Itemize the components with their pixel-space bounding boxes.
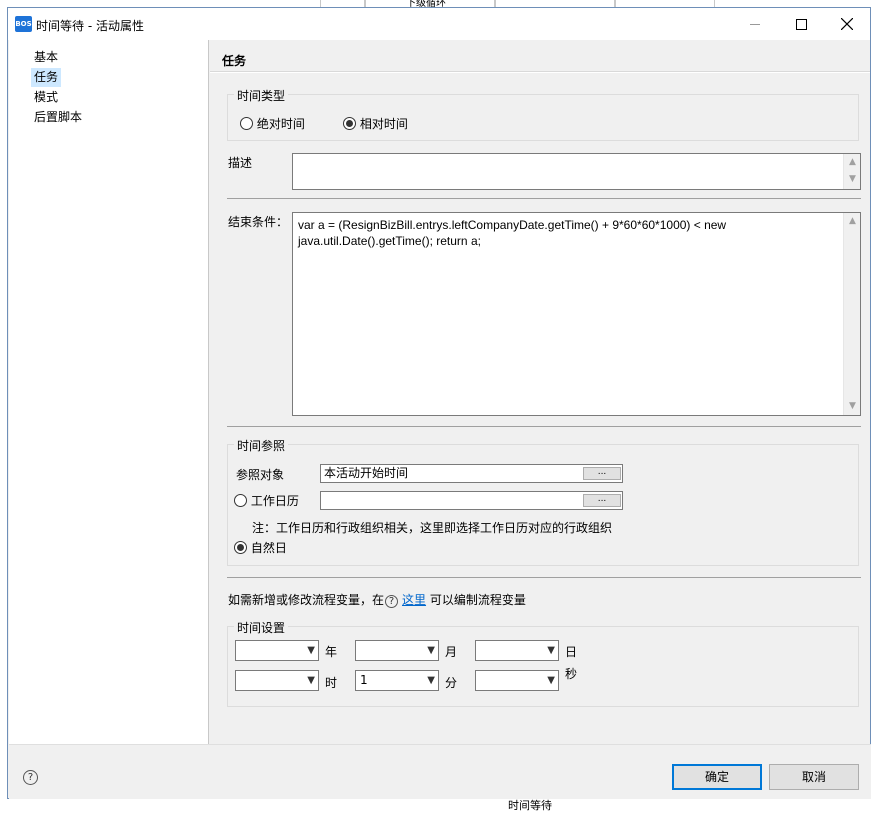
help-icon: ? xyxy=(385,595,399,608)
radio-absolute-icon xyxy=(240,117,253,130)
description-scrollbar[interactable]: ▲ ▼ xyxy=(843,154,860,189)
end-condition-value: var a = (ResignBizBill.entrys.leftCompan… xyxy=(298,218,727,248)
month-select[interactable]: ▼ xyxy=(355,640,439,661)
radio-natural-day[interactable]: 自然日 xyxy=(234,539,287,556)
description-label: 描述 xyxy=(228,156,253,170)
radio-natural-day-label: 自然日 xyxy=(250,541,287,555)
year-select[interactable]: ▼ xyxy=(235,640,319,661)
second-select[interactable]: ▼ xyxy=(475,670,559,691)
ref-object-value: 本活动开始时间 xyxy=(324,466,409,480)
main-content: 任务 时间类型 绝对时间 相对时间 描述 ▲ ▼ 结束条件： var a = (… xyxy=(210,40,870,744)
form-panel: 时间类型 绝对时间 相对时间 描述 ▲ ▼ 结束条件： var a = (Res… xyxy=(210,73,870,744)
time-ref-label: 时间参照 xyxy=(234,437,289,454)
day-select[interactable]: ▼ xyxy=(475,640,559,661)
minute-select[interactable]: 1 ▼ xyxy=(355,670,439,691)
second-label: 秒 xyxy=(565,667,578,681)
window-title: 时间等待 - 活动属性 xyxy=(36,19,144,33)
radio-work-calendar-icon xyxy=(234,494,247,507)
radio-work-calendar-label: 工作日历 xyxy=(250,494,299,508)
nav-item-post-script[interactable]: 后置脚本 xyxy=(31,108,85,127)
work-calendar-field[interactable]: ... xyxy=(320,491,623,510)
minute-value: 1 xyxy=(360,673,368,687)
nav-item-mode[interactable]: 模式 xyxy=(31,88,61,107)
help-icon[interactable]: ? xyxy=(23,770,38,785)
year-label: 年 xyxy=(325,645,338,659)
close-button[interactable] xyxy=(824,8,870,40)
app-icon: BOS xyxy=(15,16,32,32)
end-condition-scrollbar[interactable]: ▲ ▼ xyxy=(843,213,860,415)
hour-label: 时 xyxy=(325,676,338,690)
radio-absolute-time[interactable]: 绝对时间 xyxy=(240,115,305,132)
chevron-down-icon: ▼ xyxy=(547,675,555,686)
end-condition-textarea[interactable]: var a = (ResignBizBill.entrys.leftCompan… xyxy=(292,212,861,416)
time-type-group xyxy=(227,94,859,141)
chevron-down-icon: ▼ xyxy=(427,675,435,686)
ok-button[interactable]: 确定 xyxy=(672,764,762,790)
chevron-down-icon: ▼ xyxy=(427,645,435,656)
radio-relative-icon xyxy=(343,117,356,130)
scroll-down-icon[interactable]: ▼ xyxy=(844,398,861,415)
minimize-button[interactable] xyxy=(732,8,778,40)
radio-relative-label: 相对时间 xyxy=(359,117,408,131)
nav-item-basic[interactable]: 基本 xyxy=(31,48,61,67)
variables-hint-suffix: 可以编制流程变量 xyxy=(429,593,526,607)
time-settings-label: 时间设置 xyxy=(234,619,289,636)
ref-object-field[interactable]: 本活动开始时间 ... xyxy=(320,464,623,483)
close-icon xyxy=(841,18,853,30)
chevron-down-icon: ▼ xyxy=(307,675,315,686)
end-condition-label: 结束条件： xyxy=(228,215,289,229)
cancel-button[interactable]: 取消 xyxy=(769,764,859,790)
minimize-icon xyxy=(750,23,760,25)
radio-relative-time[interactable]: 相对时间 xyxy=(343,115,408,132)
variables-link[interactable]: 这里 xyxy=(402,593,426,607)
section-title: 任务 xyxy=(210,40,870,72)
dialog-footer: ? 确定 取消 xyxy=(9,744,871,799)
time-settings-group xyxy=(227,626,859,707)
chevron-down-icon: ▼ xyxy=(307,645,315,656)
ref-object-label: 参照对象 xyxy=(236,468,285,482)
chevron-down-icon: ▼ xyxy=(547,645,555,656)
time-type-label: 时间类型 xyxy=(234,87,289,104)
sidebar-nav: 基本 任务 模式 后置脚本 xyxy=(9,40,209,744)
activity-properties-dialog: BOS 时间等待 - 活动属性 基本 任务 模式 后置脚本 任务 时间类型 绝对… xyxy=(7,7,871,799)
month-label: 月 xyxy=(445,645,458,659)
bg-bottom-label: 时间等待 xyxy=(508,799,552,812)
work-calendar-browse-button[interactable]: ... xyxy=(583,494,621,507)
separator xyxy=(227,577,861,578)
work-calendar-note: 注：工作日历和行政组织相关，这里即选择工作日历对应的行政组织 xyxy=(252,521,613,535)
description-textarea[interactable]: ▲ ▼ xyxy=(292,153,861,190)
variables-hint: 如需新增或修改流程变量，在? 这里 可以编制流程变量 xyxy=(228,591,526,608)
scroll-down-icon[interactable]: ▼ xyxy=(844,171,861,188)
separator xyxy=(227,426,861,427)
day-label: 日 xyxy=(565,645,578,659)
radio-work-calendar[interactable]: 工作日历 xyxy=(234,492,299,509)
nav-item-task[interactable]: 任务 xyxy=(31,68,62,87)
title-bar: BOS 时间等待 - 活动属性 xyxy=(8,8,870,40)
radio-natural-day-icon xyxy=(234,541,247,554)
separator xyxy=(227,198,861,199)
ref-object-browse-button[interactable]: ... xyxy=(583,467,621,480)
scroll-up-icon[interactable]: ▲ xyxy=(844,213,861,230)
radio-absolute-label: 绝对时间 xyxy=(256,117,305,131)
scroll-up-icon[interactable]: ▲ xyxy=(844,154,861,171)
maximize-icon xyxy=(795,18,807,30)
variables-hint-prefix: 如需新增或修改流程变量，在 xyxy=(228,593,385,607)
maximize-button[interactable] xyxy=(778,8,824,40)
hour-select[interactable]: ▼ xyxy=(235,670,319,691)
minute-label: 分 xyxy=(445,676,458,690)
